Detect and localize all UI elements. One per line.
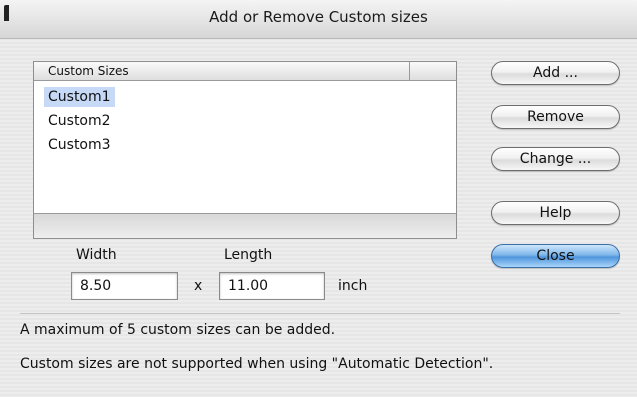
max-sizes-message: A maximum of 5 custom sizes can be added… [20, 322, 336, 338]
dialog-window: Add or Remove Custom sizes Custom Sizes … [0, 0, 637, 397]
unit-label: inch [338, 278, 368, 294]
close-button[interactable]: Close [491, 244, 620, 268]
column-header-custom-sizes[interactable]: Custom Sizes [48, 64, 129, 78]
width-label: Width [76, 247, 117, 263]
column-separator [409, 62, 410, 80]
list-body: Custom1 Custom2 Custom3 [34, 81, 456, 217]
dialog-title: Add or Remove Custom sizes [209, 8, 428, 26]
times-symbol: x [194, 278, 203, 294]
list-header[interactable]: Custom Sizes [34, 62, 456, 81]
divider [20, 313, 620, 314]
automatic-detection-message: Custom sizes are not supported when usin… [20, 356, 494, 372]
length-label: Length [224, 247, 273, 263]
remove-button[interactable]: Remove [491, 105, 620, 129]
list-item-custom1[interactable]: Custom1 [44, 87, 115, 107]
list-item-custom2[interactable]: Custom2 [44, 111, 115, 131]
title-bar[interactable]: Add or Remove Custom sizes [0, 0, 637, 39]
width-field[interactable]: 8.50 [71, 272, 178, 300]
list-item-custom3[interactable]: Custom3 [44, 135, 115, 155]
change-button[interactable]: Change ... [491, 147, 620, 171]
add-button[interactable]: Add ... [491, 61, 620, 85]
length-field[interactable]: 11.00 [219, 272, 325, 300]
custom-sizes-list[interactable]: Custom Sizes Custom1 Custom2 Custom3 [33, 61, 457, 239]
help-button[interactable]: Help [491, 201, 620, 225]
list-footer [34, 213, 456, 238]
